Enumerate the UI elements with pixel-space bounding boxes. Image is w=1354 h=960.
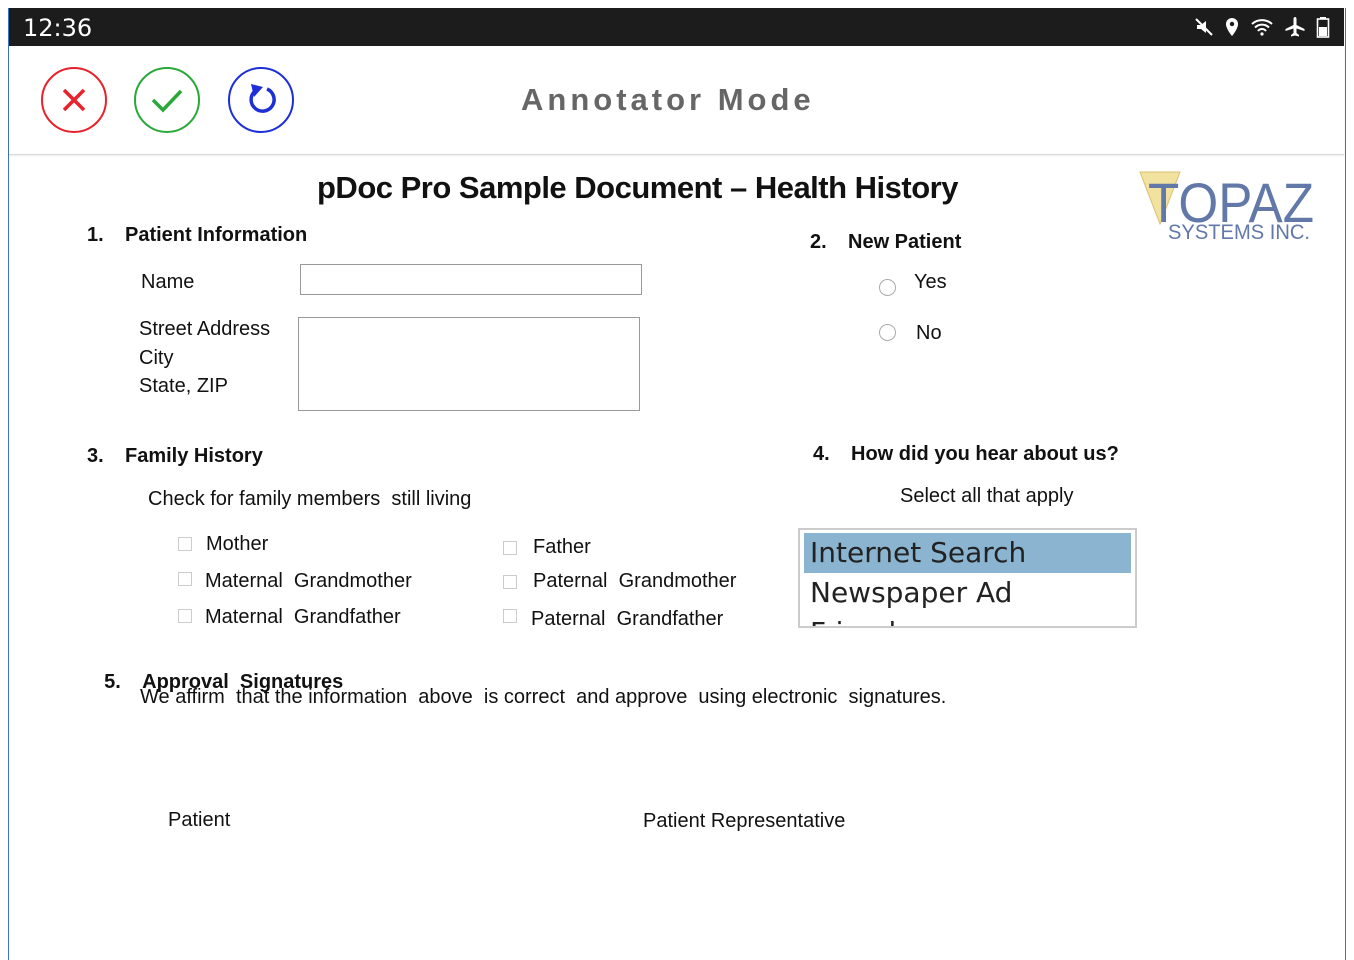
- mother-checkbox[interactable]: [178, 537, 192, 551]
- app-bar: Annotator Mode: [9, 46, 1344, 155]
- check-icon: [151, 89, 183, 113]
- airplane-icon: [1285, 17, 1305, 37]
- battery-icon: [1316, 17, 1330, 38]
- wifi-icon: [1251, 19, 1273, 36]
- new-patient-no-radio[interactable]: [879, 324, 896, 341]
- mode-title: Annotator Mode: [521, 82, 815, 117]
- father-checkbox[interactable]: [503, 541, 517, 555]
- clock: 12:36: [23, 14, 93, 42]
- father-label: Father: [533, 536, 591, 558]
- maternal-grandfather-checkbox[interactable]: [178, 609, 192, 623]
- maternal-grandmother-checkbox[interactable]: [178, 572, 192, 586]
- name-label: Name: [141, 271, 195, 293]
- location-icon: [1226, 18, 1238, 36]
- section-patient-information: 1. Patient Information: [87, 224, 308, 246]
- cancel-button[interactable]: [41, 67, 107, 133]
- maternal-grandfather-label: Maternal Grandfather: [205, 606, 401, 628]
- undo-button[interactable]: [228, 67, 294, 133]
- referral-listbox[interactable]: Internet Search Newspaper Ad Friend: [798, 528, 1137, 628]
- paternal-grandmother-label: Paternal Grandmother: [533, 570, 737, 592]
- mother-label: Mother: [206, 533, 269, 555]
- svg-text:SYSTEMS INC.: SYSTEMS INC.: [1168, 221, 1310, 244]
- patient-representative-signature-label: Patient Representative: [643, 810, 846, 832]
- undo-icon: [249, 84, 276, 113]
- city-label: City: [139, 347, 174, 369]
- paternal-grandfather-checkbox[interactable]: [503, 609, 517, 623]
- section-family-history: 3. Family History: [87, 445, 263, 467]
- document-title: pDoc Pro Sample Document – Health Histor…: [317, 170, 958, 205]
- paternal-grandmother-checkbox[interactable]: [503, 575, 517, 589]
- confirm-button[interactable]: [134, 67, 200, 133]
- status-bar: 12:36: [9, 8, 1344, 46]
- name-field[interactable]: [300, 264, 642, 295]
- maternal-grandmother-label: Maternal Grandmother: [205, 570, 412, 592]
- select-all-instruction: Select all that apply: [900, 485, 1074, 507]
- affirmation-statement: We affirm that the information above is …: [140, 686, 947, 708]
- section-how-did-you-hear: 4. How did you hear about us?: [813, 443, 1119, 465]
- new-patient-yes-radio[interactable]: [879, 279, 896, 296]
- topaz-logo: TOPAZ SYSTEMS INC.: [1139, 171, 1314, 244]
- section-new-patient: 2. New Patient: [810, 231, 962, 253]
- street-address-label: Street Address: [139, 318, 271, 340]
- new-patient-no-label: No: [916, 322, 942, 344]
- close-icon: [62, 88, 86, 112]
- mute-icon: [1195, 18, 1213, 36]
- paternal-grandfather-label: Paternal Grandfather: [531, 608, 724, 630]
- status-icons: [1194, 16, 1330, 38]
- family-history-instruction: Check for family members still living: [148, 488, 472, 510]
- listbox-option-friend[interactable]: Friend: [804, 613, 1131, 626]
- listbox-option-internet-search[interactable]: Internet Search: [804, 533, 1131, 573]
- address-field[interactable]: [298, 317, 640, 411]
- new-patient-yes-label: Yes: [914, 271, 947, 293]
- patient-signature-label: Patient: [168, 809, 231, 831]
- listbox-option-newspaper-ad[interactable]: Newspaper Ad: [804, 573, 1131, 613]
- state-zip-label: State, ZIP: [139, 375, 228, 397]
